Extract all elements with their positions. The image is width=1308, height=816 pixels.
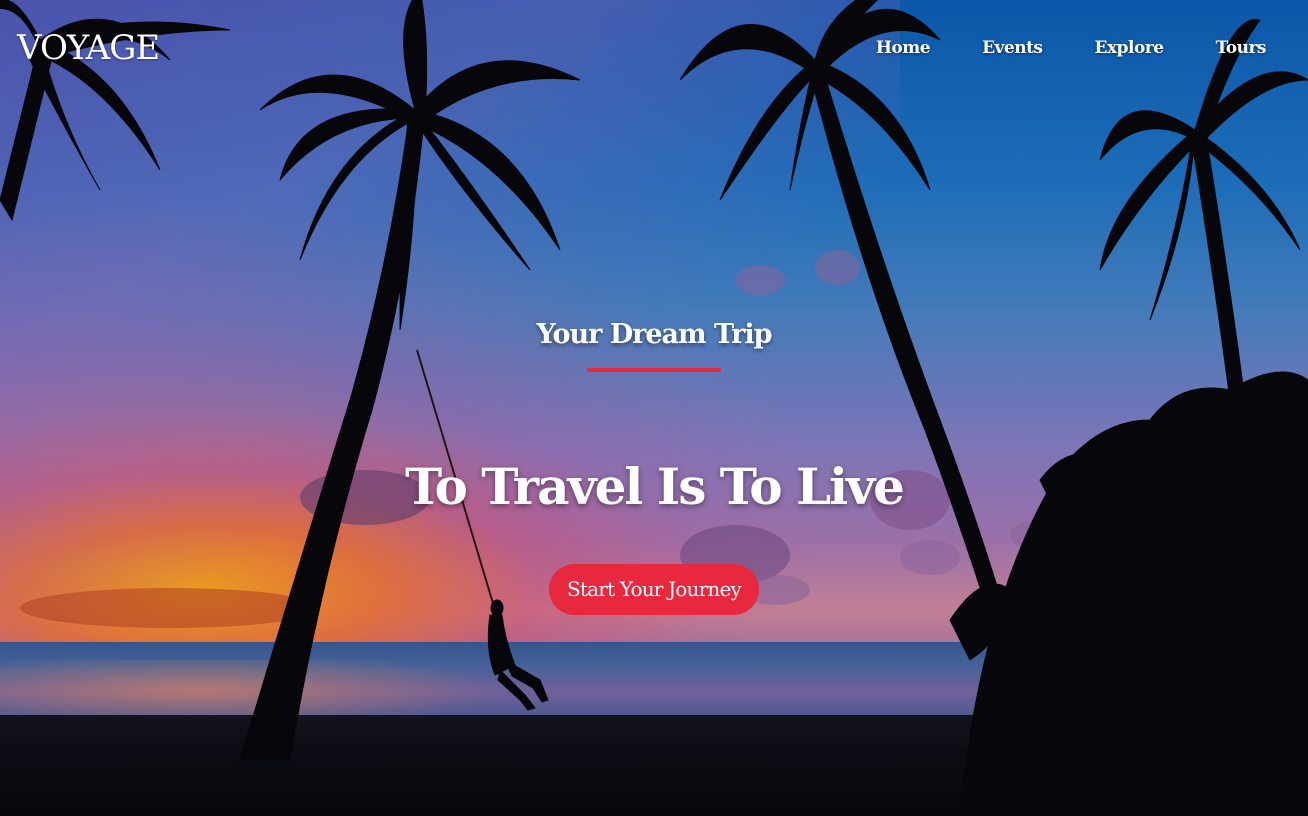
nav-link-tours[interactable]: Tours [1216,36,1267,60]
nav-menu: Home Events Explore Tours [876,36,1267,60]
hero-headline: To Travel Is To Live [405,457,905,516]
start-journey-button[interactable]: Start Your Journey [548,564,760,615]
brand-logo[interactable]: VOYAGE [17,28,160,68]
hero-subtitle: Your Dream Trip [536,319,773,350]
subtitle-underline [587,368,721,372]
nav-link-home[interactable]: Home [876,36,931,60]
nav-link-explore[interactable]: Explore [1095,36,1165,60]
nav-link-events[interactable]: Events [982,36,1043,60]
hero-content: Your Dream Trip To Travel Is To Live Sta… [0,310,1308,615]
navbar: VOYAGE Home Events Explore Tours [0,0,1308,100]
